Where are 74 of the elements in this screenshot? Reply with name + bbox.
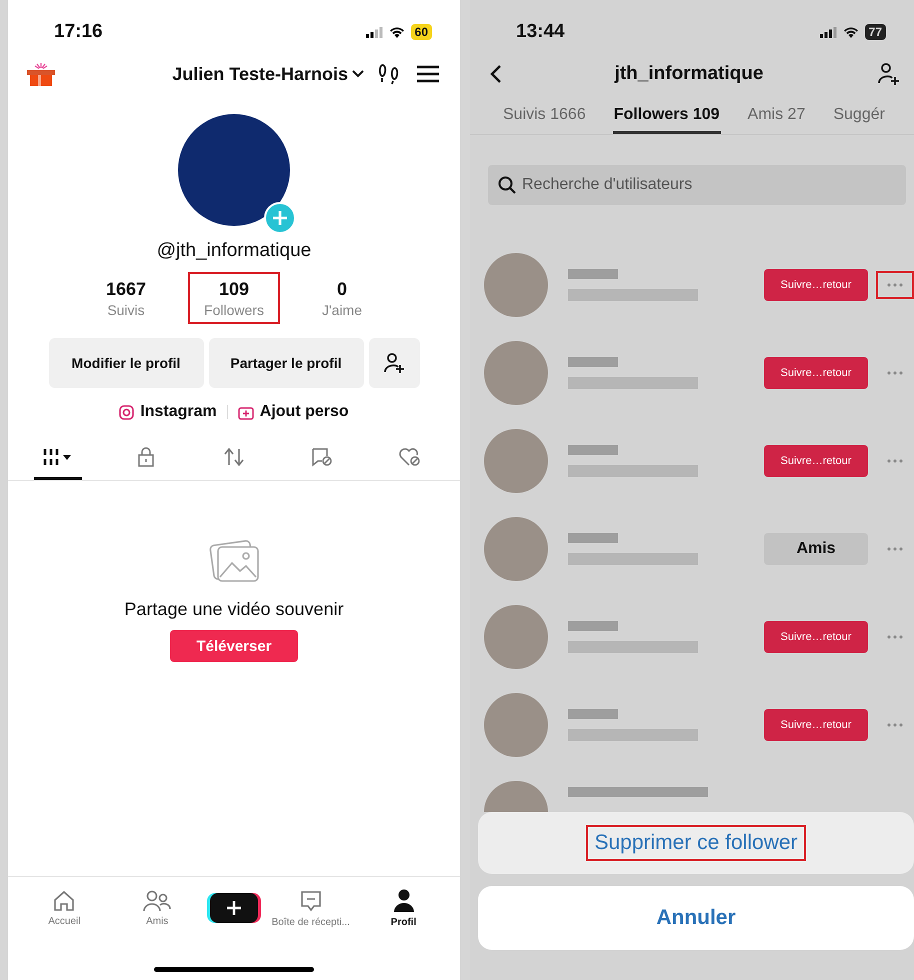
friends-icon (143, 890, 172, 912)
add-user-icon (383, 352, 405, 374)
lock-icon (137, 446, 155, 468)
grid-icon (42, 448, 74, 466)
cancel-button[interactable]: Annuler (478, 886, 914, 950)
stat-item[interactable]: 109 Followers (188, 272, 280, 324)
follow-back-button[interactable]: Suivre…retour (764, 709, 868, 741)
instagram-link[interactable]: Instagram (119, 403, 217, 421)
nav-tab[interactable]: Amis (117, 890, 198, 926)
create-button[interactable] (210, 893, 258, 923)
stat-item[interactable]: 0 J'aime (296, 272, 388, 324)
action-label: Supprimer ce follower (586, 825, 806, 861)
stat-item[interactable]: 1667 Suivis (80, 272, 172, 324)
more-options-button[interactable] (876, 271, 914, 299)
share-profile-button[interactable]: Partager le profil (208, 338, 364, 388)
more-icon (887, 723, 903, 727)
follow-back-button[interactable]: Suivre…retour (764, 269, 868, 301)
blurred-name-placeholder (568, 357, 618, 367)
account-switcher[interactable]: Julien Teste-Harnois (172, 64, 364, 84)
status-time: 17:16 (54, 21, 103, 43)
gift-icon[interactable] (26, 61, 56, 87)
blurred-name-placeholder (568, 445, 618, 455)
nav-tab[interactable]: Accueil (24, 890, 104, 926)
person-icon (392, 888, 415, 912)
back-icon[interactable] (490, 64, 502, 84)
wifi-icon (388, 26, 405, 38)
screen-title: jth_informatique (614, 63, 764, 85)
more-icon (887, 547, 903, 551)
message-icon (298, 888, 323, 912)
edit-profile-button[interactable]: Modifier le profil (48, 338, 204, 388)
more-icon (887, 459, 903, 463)
add-box-icon (238, 404, 254, 420)
search-input[interactable]: Recherche d'utilisateurs (520, 175, 896, 195)
blurred-name-placeholder (568, 269, 618, 279)
battery-level: 60 (410, 24, 432, 40)
status-time: 13:44 (516, 21, 565, 43)
nav-tab[interactable]: Boîte de récepti... (270, 888, 351, 928)
search-icon (498, 176, 516, 194)
list-tab[interactable]: Suggér (832, 98, 886, 134)
signal-icon (366, 26, 383, 38)
chevron-down-icon (352, 70, 364, 78)
more-icon (887, 371, 903, 375)
upload-button[interactable]: Téléverser (170, 630, 298, 662)
friends-button[interactable]: Amis (764, 533, 868, 565)
follow-back-button[interactable]: Suivre…retour (764, 357, 868, 389)
blurred-name-placeholder (568, 709, 618, 719)
home-icon (52, 890, 76, 912)
instagram-icon (119, 404, 134, 420)
search-field[interactable]: Recherche d'utilisateurs (488, 165, 906, 205)
wifi-icon (842, 26, 859, 38)
repost-icon (223, 446, 245, 466)
add-link[interactable]: Ajout perso (238, 403, 349, 421)
empty-message: Partage une vidéo souvenir (124, 599, 344, 620)
blurred-name-placeholder (568, 533, 618, 543)
nav-tab[interactable]: Profil (364, 888, 444, 928)
add-badge-icon[interactable] (264, 202, 296, 234)
list-tab[interactable]: Amis 27 (746, 98, 806, 134)
list-tab[interactable]: Followers 109 (612, 98, 721, 134)
more-icon (887, 283, 903, 287)
menu-icon[interactable] (416, 65, 440, 83)
remove-follower-button[interactable]: Supprimer ce follower (478, 812, 914, 874)
add-friend-button[interactable] (368, 338, 420, 388)
blurred-name-placeholder (568, 621, 618, 631)
bookmark-icon (311, 446, 333, 466)
follow-back-button[interactable]: Suivre…retour (764, 445, 868, 477)
battery-level: 77 (864, 24, 886, 40)
username: @jth_informatique (156, 240, 312, 262)
plus-icon (226, 900, 242, 916)
list-tab[interactable]: Suivis 1666 (502, 98, 587, 134)
more-icon (887, 635, 903, 639)
follow-back-button[interactable]: Suivre…retour (764, 621, 868, 653)
heart-icon (398, 446, 422, 466)
add-user-icon[interactable] (876, 62, 900, 86)
signal-icon (820, 26, 837, 38)
